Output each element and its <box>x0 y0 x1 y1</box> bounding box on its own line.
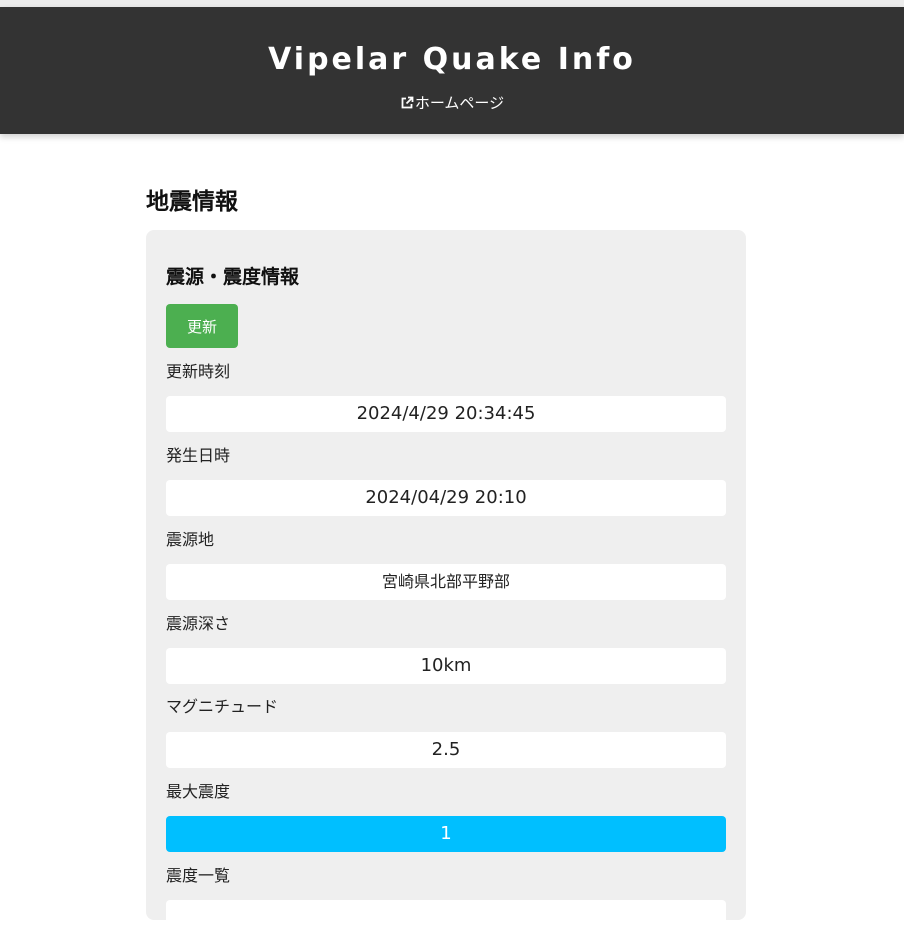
homepage-link[interactable]: ホームページ <box>0 93 904 115</box>
epicenter-label: 震源地 <box>166 530 215 549</box>
updated-at-label: 更新時刻 <box>166 362 231 381</box>
window-top-edge <box>0 0 904 7</box>
external-link-icon <box>400 95 414 115</box>
homepage-link-label: ホームページ <box>414 94 505 112</box>
site-title: Vipelar Quake Info <box>268 42 636 77</box>
epicenter-value: 宮崎県北部平野部 <box>166 564 726 600</box>
max-intensity-label: 最大震度 <box>166 782 231 801</box>
refresh-button[interactable]: 更新 <box>166 304 238 348</box>
occurred-at-label: 発生日時 <box>166 446 231 465</box>
occurred-at-value: 2024/04/29 20:10 <box>166 480 726 516</box>
card-title: 震源・震度情報 <box>166 266 300 288</box>
intensity-list-label: 震度一覧 <box>166 866 231 885</box>
magnitude-label: マグニチュード <box>166 697 279 716</box>
updated-at-value: 2024/4/29 20:34:45 <box>166 396 726 432</box>
section-title: 地震情報 <box>146 189 238 215</box>
depth-value: 10km <box>166 648 726 684</box>
max-intensity-value: 1 <box>166 816 726 852</box>
earthquake-info-card: 震源・震度情報 更新 更新時刻 2024/4/29 20:34:45 発生日時 … <box>146 230 746 936</box>
intensity-list-box <box>166 900 726 936</box>
magnitude-value: 2.5 <box>166 732 726 768</box>
depth-label: 震源深さ <box>166 614 231 633</box>
site-header: Vipelar Quake Info ホームページ <box>0 7 904 134</box>
